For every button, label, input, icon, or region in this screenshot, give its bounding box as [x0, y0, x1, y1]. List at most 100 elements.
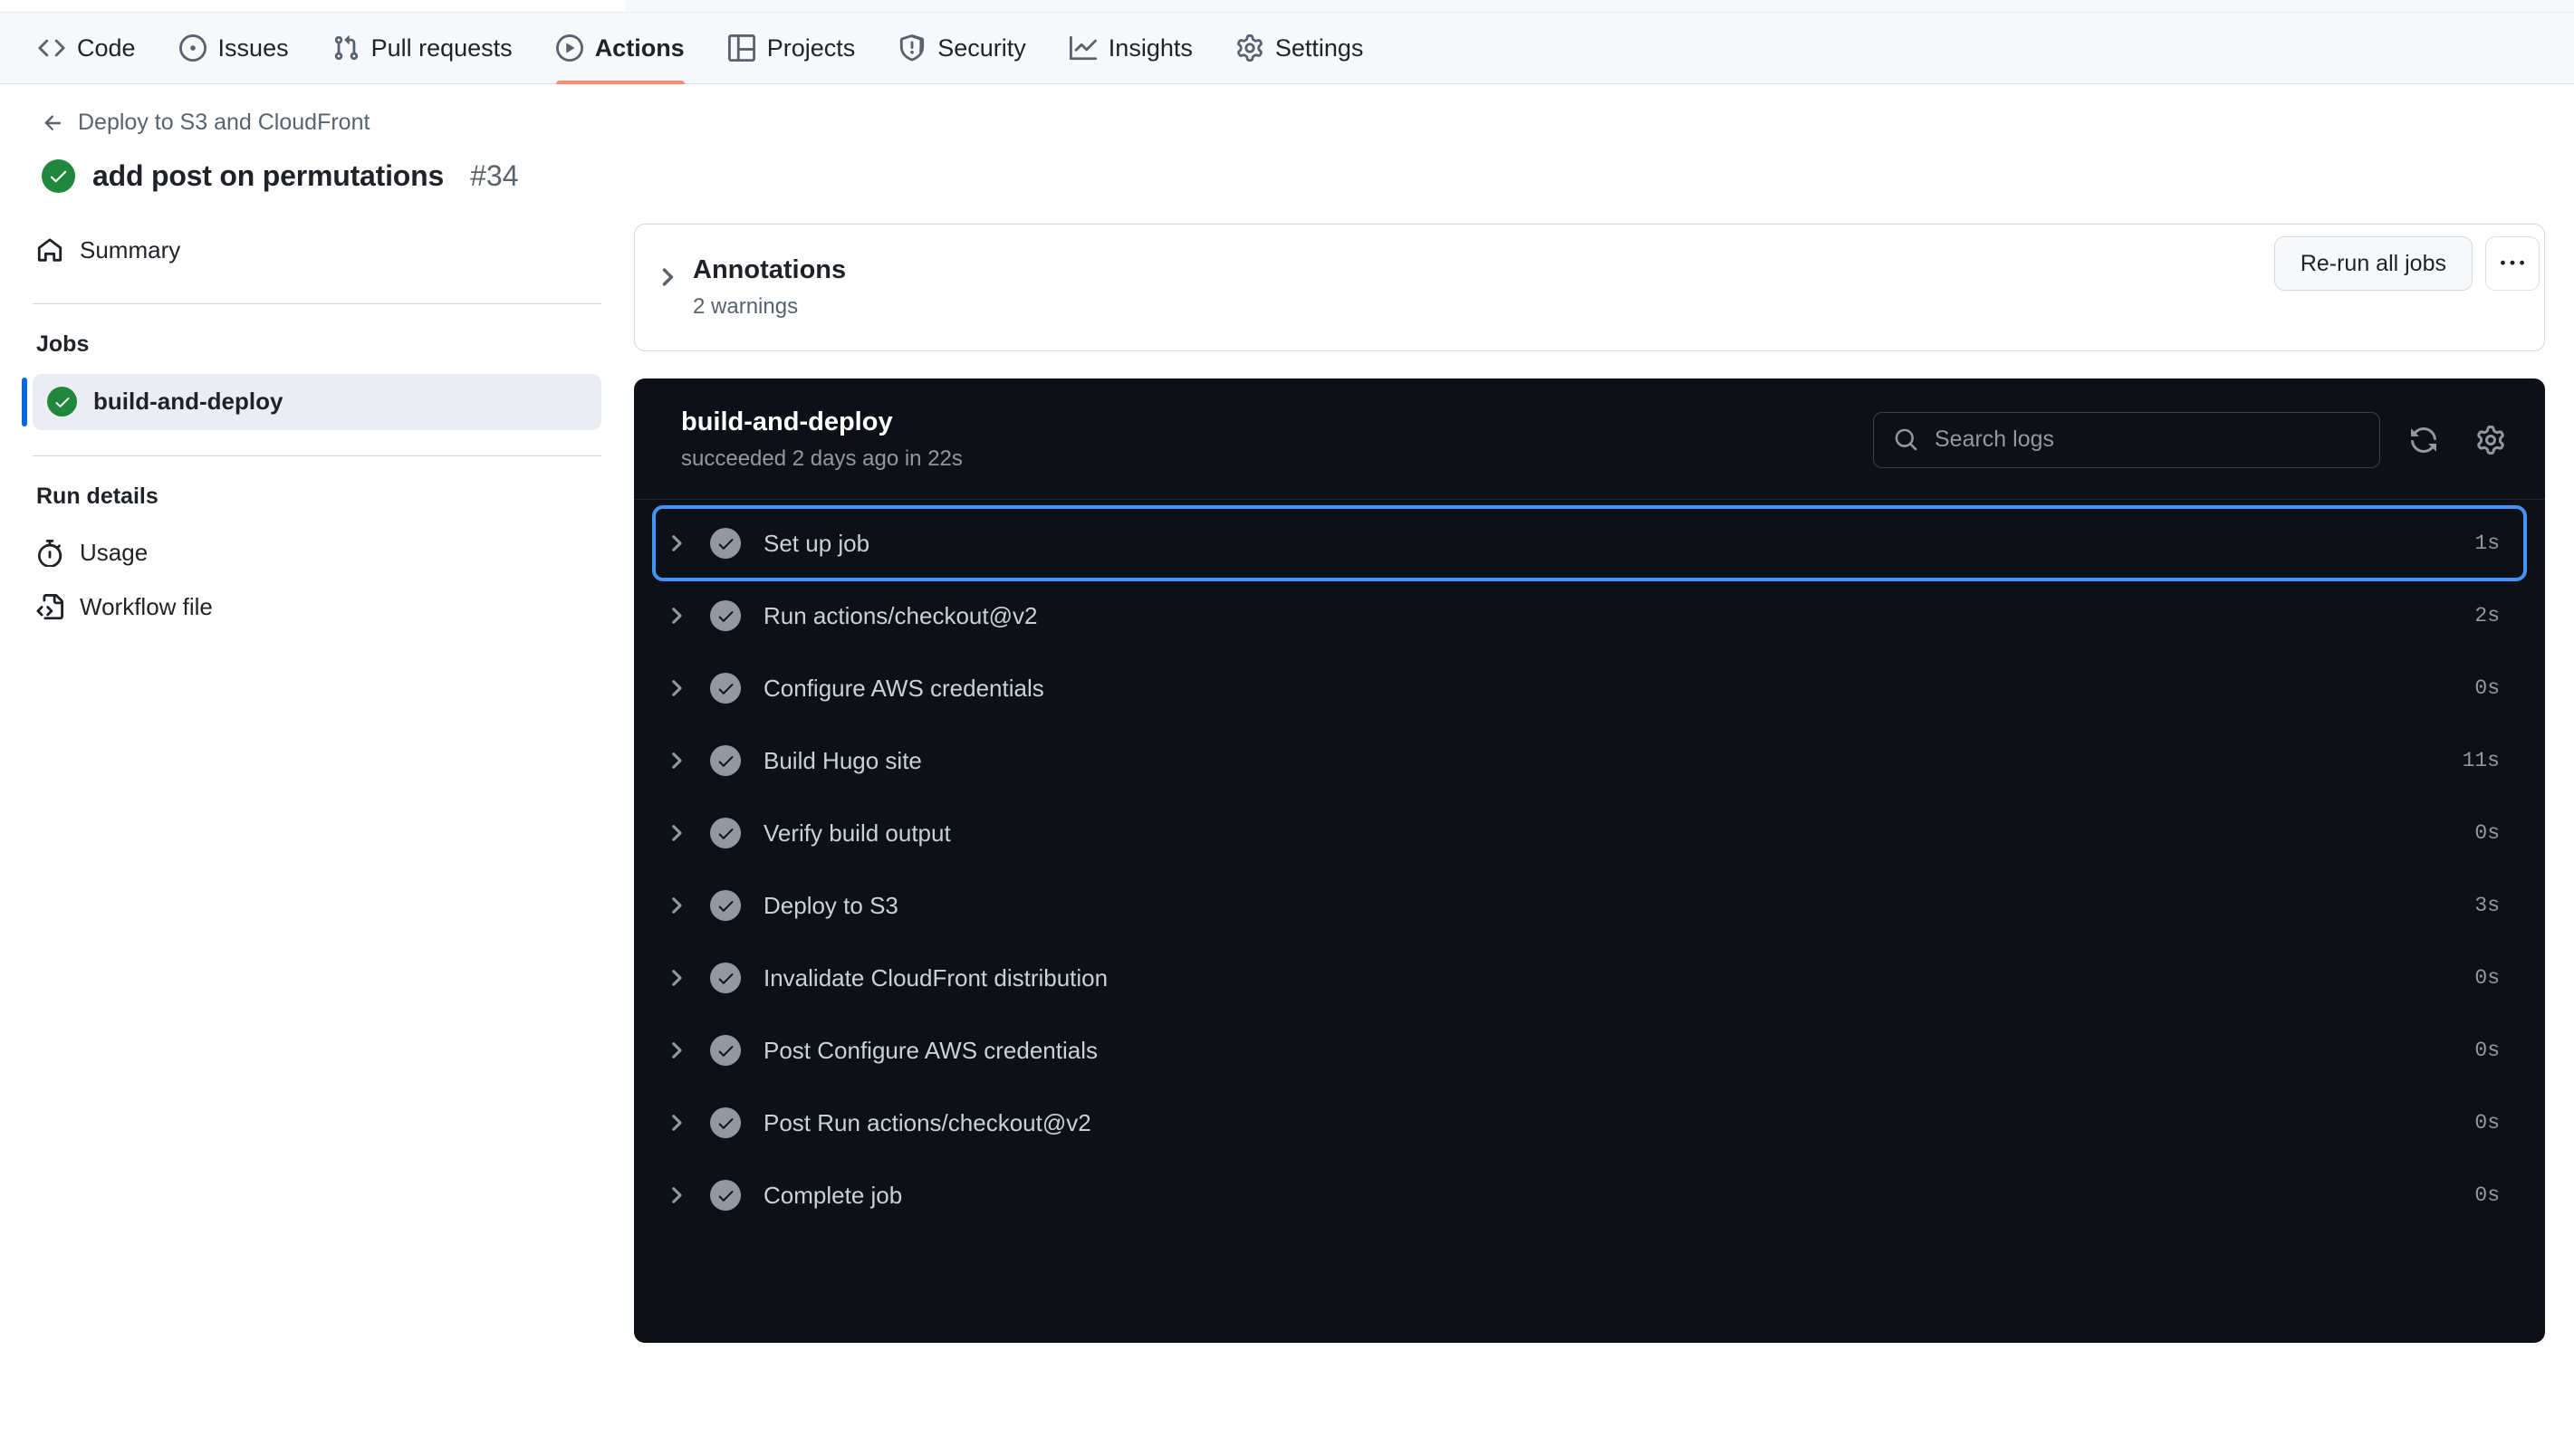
step-duration: 0s: [2474, 1111, 2500, 1135]
chevron-right-icon[interactable]: [665, 1183, 688, 1207]
code-icon: [38, 34, 65, 62]
chevron-right-icon[interactable]: [665, 1039, 688, 1062]
check-circle-icon: [710, 600, 741, 632]
annotations-title: Annotations: [693, 254, 847, 284]
chevron-right-icon[interactable]: [665, 749, 688, 772]
chevron-right-icon[interactable]: [665, 821, 688, 845]
nav-label: Projects: [766, 34, 856, 62]
nav-item-security[interactable]: Security: [877, 13, 1048, 84]
nav-label: Actions: [594, 34, 685, 62]
home-icon: [36, 237, 63, 264]
repo-nav: Code Issues Pull requests Actions Projec…: [0, 13, 2574, 84]
rerun-all-jobs-button[interactable]: Re-run all jobs: [2273, 236, 2473, 291]
step-row[interactable]: Deploy to S3 3s: [654, 869, 2525, 942]
chevron-right-icon[interactable]: [665, 604, 688, 627]
annotations-text: Annotations 2 warnings: [693, 254, 846, 321]
page-title: add post on permutations: [92, 158, 445, 192]
chevron-right-icon[interactable]: [665, 1111, 688, 1135]
sidebar-item-build-and-deploy[interactable]: build-and-deploy: [22, 373, 601, 430]
step-name: Verify build output: [764, 819, 951, 847]
top-strip: [0, 0, 2574, 13]
chevron-right-icon[interactable]: [655, 264, 680, 290]
chevron-right-icon[interactable]: [665, 676, 688, 700]
log-job-status: succeeded 2 days ago in 22s: [681, 446, 963, 472]
sidebar-item-workflow-file[interactable]: Workflow file: [22, 580, 601, 635]
nav-item-insights[interactable]: Insights: [1048, 13, 1215, 84]
sidebar-item-label: Summary: [80, 236, 181, 263]
table-icon: [727, 34, 755, 62]
nav-label: Code: [77, 34, 136, 62]
log-panel: build-and-deploy succeeded 2 days ago in…: [634, 378, 2545, 1344]
step-row[interactable]: Post Run actions/checkout@v2 0s: [654, 1087, 2525, 1159]
check-circle-icon: [710, 745, 741, 777]
nav-item-code[interactable]: Code: [16, 13, 158, 84]
top-strip-fill: [625, 0, 2574, 12]
step-name: Set up job: [764, 529, 870, 557]
sidebar-item-label: Workflow file: [80, 593, 213, 620]
nav-label: Insights: [1108, 34, 1193, 62]
step-name: Post Run actions/checkout@v2: [764, 1108, 1091, 1136]
check-circle-icon: [710, 1035, 741, 1067]
run-title-row: add post on permutations #34: [42, 158, 2538, 193]
refresh-logs-button[interactable]: [2400, 417, 2447, 464]
gear-icon: [2477, 425, 2504, 455]
nav-item-actions[interactable]: Actions: [534, 13, 706, 84]
step-name: Run actions/checkout@v2: [764, 601, 1038, 629]
annotations-card[interactable]: Annotations 2 warnings: [634, 223, 2545, 352]
nav-item-pull-requests[interactable]: Pull requests: [311, 13, 534, 84]
run-number: #34: [470, 158, 519, 192]
step-row[interactable]: Build Hugo site 11s: [654, 724, 2525, 797]
step-duration: 0s: [2474, 1183, 2500, 1208]
log-job-info: build-and-deploy succeeded 2 days ago in…: [681, 407, 963, 472]
step-row[interactable]: Set up job 1s: [652, 505, 2527, 582]
nav-item-settings[interactable]: Settings: [1215, 13, 1386, 84]
chevron-right-icon[interactable]: [665, 966, 688, 990]
log-panel-tools: [1873, 411, 2514, 468]
search-icon: [1894, 427, 1918, 452]
step-name: Post Configure AWS credentials: [764, 1036, 1098, 1064]
nav-label: Security: [937, 34, 1026, 62]
nav-item-projects[interactable]: Projects: [706, 13, 878, 84]
step-row[interactable]: Post Configure AWS credentials 0s: [654, 1014, 2525, 1087]
step-duration: 0s: [2474, 1039, 2500, 1063]
body-layout: Summary Jobs build-and-deploy Run detail…: [0, 223, 2574, 1344]
stopwatch-icon: [36, 539, 63, 567]
play-icon: [555, 34, 583, 62]
step-name: Build Hugo site: [764, 746, 922, 774]
sidebar-group-run-details: Run details: [36, 483, 158, 509]
breadcrumb-workflow-link[interactable]: Deploy to S3 and CloudFront: [42, 110, 370, 136]
check-circle-icon: [42, 158, 75, 193]
gear-icon: [1236, 34, 1263, 62]
log-settings-button[interactable]: [2467, 417, 2514, 464]
step-duration: 3s: [2474, 894, 2500, 918]
step-name: Complete job: [764, 1181, 903, 1209]
check-circle-icon: [710, 963, 741, 994]
step-row[interactable]: Configure AWS credentials 0s: [654, 652, 2525, 724]
breadcrumb-label: Deploy to S3 and CloudFront: [78, 110, 370, 135]
step-duration: 0s: [2474, 676, 2500, 701]
check-circle-icon: [47, 387, 77, 417]
step-duration: 11s: [2462, 749, 2500, 773]
arrow-left-icon: [42, 111, 65, 135]
sidebar-item-summary[interactable]: Summary: [22, 224, 601, 278]
log-panel-header: build-and-deploy succeeded 2 days ago in…: [634, 378, 2545, 501]
check-circle-icon: [710, 1107, 741, 1139]
step-row[interactable]: Invalidate CloudFront distribution 0s: [654, 942, 2525, 1014]
sidebar-item-label: Usage: [80, 539, 149, 566]
chevron-right-icon[interactable]: [665, 532, 688, 555]
step-row[interactable]: Verify build output 0s: [654, 797, 2525, 869]
annotations-subtitle: 2 warnings: [693, 294, 799, 320]
step-row[interactable]: Complete job 0s: [654, 1159, 2525, 1231]
nav-item-issues[interactable]: Issues: [158, 13, 311, 84]
search-logs-input[interactable]: [1935, 426, 2359, 454]
sidebar-item-usage[interactable]: Usage: [22, 526, 601, 580]
kebab-horizontal-icon: [2501, 260, 2524, 265]
sidebar-divider-2: [33, 455, 601, 456]
more-options-button[interactable]: [2485, 236, 2540, 291]
main-content: Annotations 2 warnings build-and-deploy …: [634, 223, 2574, 1344]
check-circle-icon: [710, 890, 741, 922]
check-circle-icon: [710, 528, 741, 560]
step-row[interactable]: Run actions/checkout@v2 2s: [654, 580, 2525, 652]
chevron-right-icon[interactable]: [665, 894, 688, 917]
search-logs-box[interactable]: [1873, 411, 2380, 468]
